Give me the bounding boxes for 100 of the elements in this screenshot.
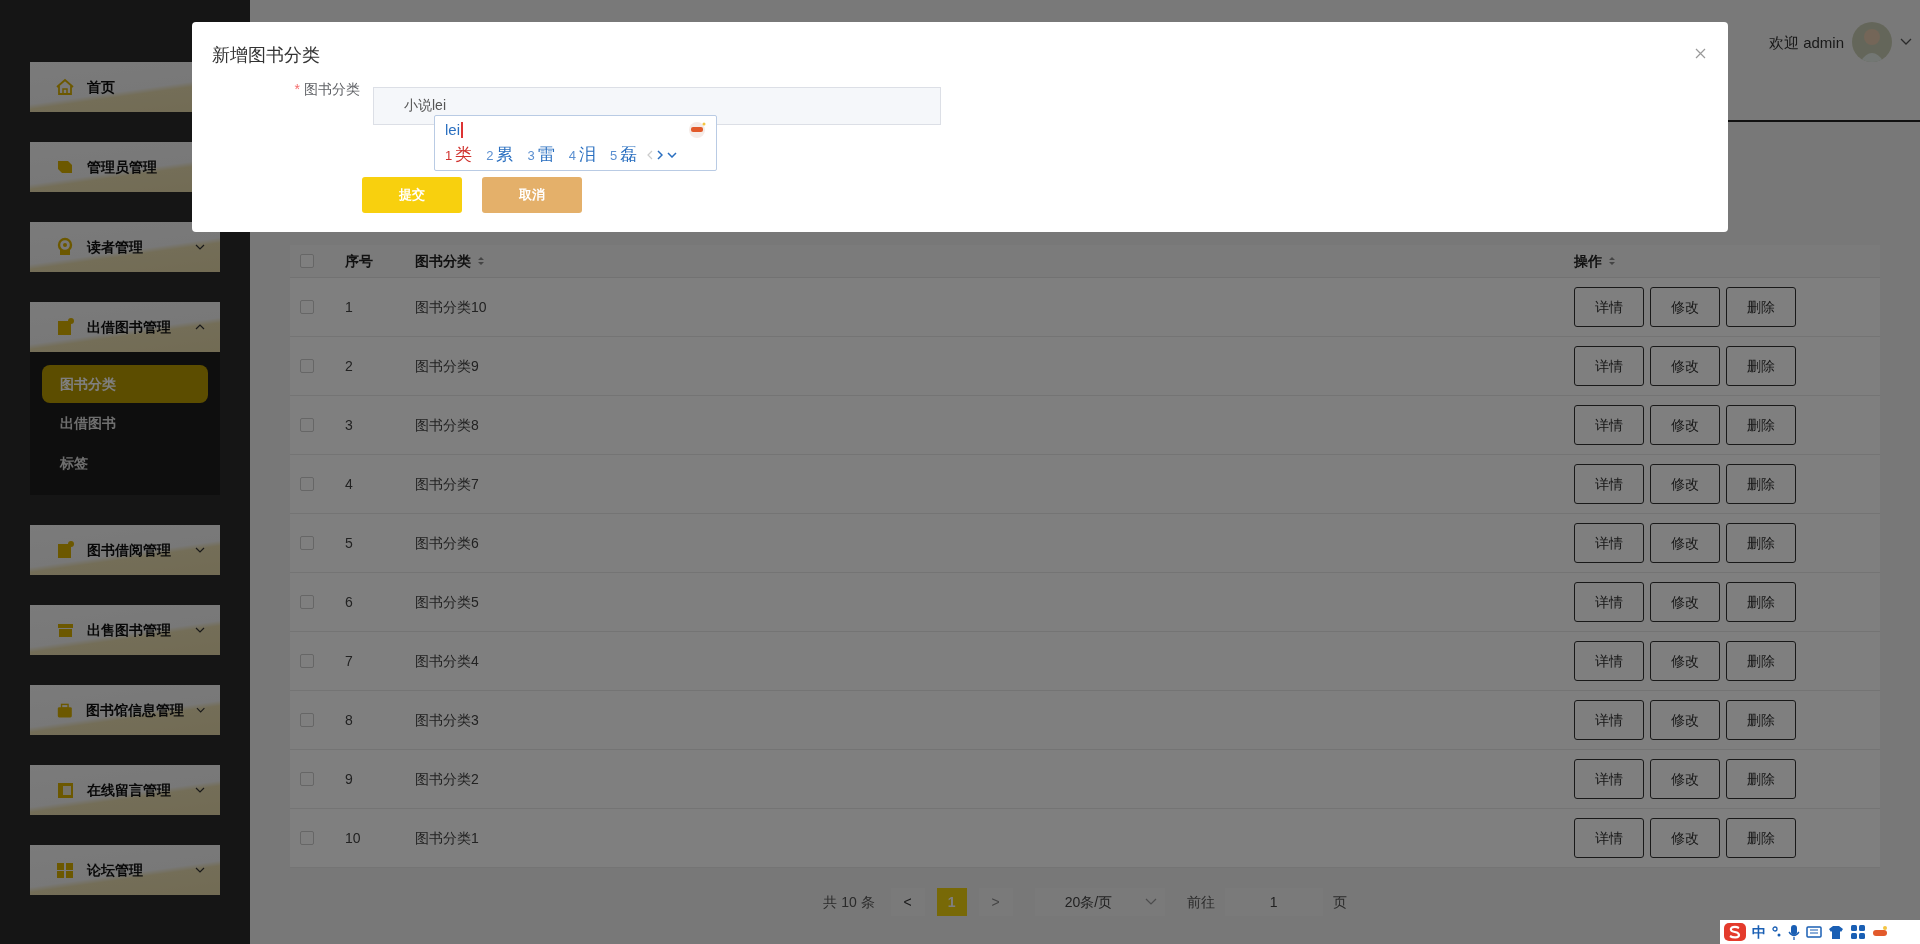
page-suffix: 页 <box>1332 892 1347 912</box>
ime-candidate[interactable]: 5 磊 <box>609 142 638 168</box>
checkbox[interactable] <box>300 418 314 432</box>
shirt-icon[interactable] <box>1828 924 1844 940</box>
sort-icon[interactable] <box>477 256 485 266</box>
avatar[interactable] <box>1852 22 1892 62</box>
sidebar-menu-item[interactable]: 论坛管理 <box>30 845 220 895</box>
row-action-button[interactable]: 删除 <box>1726 523 1796 563</box>
row-action-button[interactable]: 修改 <box>1650 759 1720 799</box>
checkbox[interactable] <box>300 254 314 268</box>
checkbox[interactable] <box>300 300 314 314</box>
sidebar-menu-item[interactable]: 图书借阅管理 <box>30 525 220 575</box>
checkbox[interactable] <box>300 772 314 786</box>
checkbox[interactable] <box>300 713 314 727</box>
sort-icon[interactable] <box>1608 256 1616 266</box>
ime-composition-text: lei <box>445 122 463 138</box>
sidebar-menu-item[interactable]: 图书馆信息管理 <box>30 685 220 735</box>
chevron-down-icon[interactable] <box>1900 38 1912 46</box>
square-dot-icon <box>55 317 75 337</box>
row-action-button[interactable]: 修改 <box>1650 346 1720 386</box>
row-action-button[interactable]: 修改 <box>1650 523 1720 563</box>
chevron-down-icon[interactable] <box>667 152 678 158</box>
checkbox[interactable] <box>300 595 314 609</box>
row-action-button[interactable]: 详情 <box>1574 464 1644 504</box>
row-action-button[interactable]: 修改 <box>1650 582 1720 622</box>
column-header: 图书分类 <box>415 251 471 271</box>
row-action-button[interactable]: 删除 <box>1726 464 1796 504</box>
ime-candidate[interactable]: 1 类 <box>445 142 473 168</box>
table-cell-text: 图书分类3 <box>414 710 480 730</box>
row-action-button[interactable]: 删除 <box>1726 700 1796 740</box>
home-icon <box>55 77 75 97</box>
keyboard-icon[interactable] <box>1806 925 1822 939</box>
table-cell-text: 10 <box>344 828 362 848</box>
row-action-button[interactable]: 删除 <box>1726 346 1796 386</box>
ime-candidate[interactable]: 3 雷 <box>527 142 555 168</box>
table-cell-text: 1 <box>344 297 354 317</box>
row-action-button[interactable]: 删除 <box>1726 582 1796 622</box>
sidebar-menu-item[interactable]: 在线留言管理 <box>30 765 220 815</box>
row-action-button[interactable]: 修改 <box>1650 818 1720 858</box>
row-action-button[interactable]: 删除 <box>1726 641 1796 681</box>
column-header: 序号 <box>344 251 374 271</box>
checkbox[interactable] <box>300 536 314 550</box>
chevron-down-icon <box>1144 898 1157 906</box>
checkbox[interactable] <box>300 831 314 845</box>
table-cell-text: 3 <box>344 415 354 435</box>
table-cell-text: 图书分类5 <box>414 592 480 612</box>
row-action-button[interactable]: 删除 <box>1726 759 1796 799</box>
row-action-button[interactable]: 详情 <box>1574 641 1644 681</box>
total-count: 共 10 条 <box>823 892 875 912</box>
microphone-icon[interactable] <box>1788 924 1800 940</box>
welcome-text: 欢迎 admin <box>1768 33 1844 53</box>
table-cell-text: 图书分类10 <box>414 297 488 317</box>
row-action-button[interactable]: 修改 <box>1650 405 1720 445</box>
checkbox[interactable] <box>300 477 314 491</box>
table-cell-text: 图书分类7 <box>414 474 480 494</box>
sidebar-menu-item[interactable]: 读者管理 <box>30 222 220 272</box>
ime-candidate[interactable]: 4 泪 <box>568 142 596 168</box>
submenu-item[interactable]: 出借图书 <box>42 403 208 443</box>
table-cell-text: 图书分类9 <box>414 356 480 376</box>
table-cell-text: 4 <box>344 474 354 494</box>
sidebar-menu-item[interactable]: 出售图书管理 <box>30 605 220 655</box>
checkbox[interactable] <box>300 359 314 373</box>
close-icon[interactable] <box>1695 48 1706 59</box>
ime-candidate[interactable]: 2 累 <box>486 142 514 168</box>
row-action-button[interactable]: 详情 <box>1574 582 1644 622</box>
row-action-button[interactable]: 删除 <box>1726 818 1796 858</box>
row-action-button[interactable]: 删除 <box>1726 405 1796 445</box>
table-cell-text: 图书分类6 <box>414 533 480 553</box>
table-cell-text: 图书分类1 <box>414 828 480 848</box>
row-action-button[interactable]: 修改 <box>1650 641 1720 681</box>
grid-icon[interactable] <box>1850 924 1866 940</box>
row-action-button[interactable]: 修改 <box>1650 700 1720 740</box>
table-cell-text: 7 <box>344 651 354 671</box>
column-header: 操作 <box>1574 251 1602 271</box>
field-label: 图书分类 <box>304 81 360 97</box>
row-action-button[interactable]: 详情 <box>1574 523 1644 563</box>
required-mark: * <box>294 81 300 97</box>
row-action-button[interactable]: 删除 <box>1726 287 1796 327</box>
ime-mode-toggle[interactable]: 中 <box>1752 921 1766 943</box>
row-action-button[interactable]: 详情 <box>1574 405 1644 445</box>
book-icon <box>55 780 75 800</box>
row-action-button[interactable]: 修改 <box>1650 287 1720 327</box>
row-action-button[interactable]: 详情 <box>1574 818 1644 858</box>
submenu-item[interactable]: 标签 <box>42 443 208 483</box>
table-cell-text: 8 <box>344 710 354 730</box>
row-action-button[interactable]: 详情 <box>1574 346 1644 386</box>
table-cell-text: 图书分类4 <box>414 651 480 671</box>
punctuation-icon[interactable] <box>1772 926 1782 938</box>
row-action-button[interactable]: 修改 <box>1650 464 1720 504</box>
goto-label: 前往 <box>1186 892 1215 912</box>
row-action-button[interactable]: 详情 <box>1574 700 1644 740</box>
sidebar-menu-item[interactable]: 出借图书管理 <box>30 302 220 352</box>
row-action-button[interactable]: 详情 <box>1574 759 1644 799</box>
checkbox[interactable] <box>300 654 314 668</box>
chevron-right-icon[interactable] <box>657 150 664 160</box>
table-cell-text: 2 <box>344 356 354 376</box>
ime-logo-icon[interactable] <box>1724 923 1746 941</box>
row-action-button[interactable]: 详情 <box>1574 287 1644 327</box>
table-cell-text: 9 <box>344 769 354 789</box>
grid-icon <box>55 860 75 880</box>
